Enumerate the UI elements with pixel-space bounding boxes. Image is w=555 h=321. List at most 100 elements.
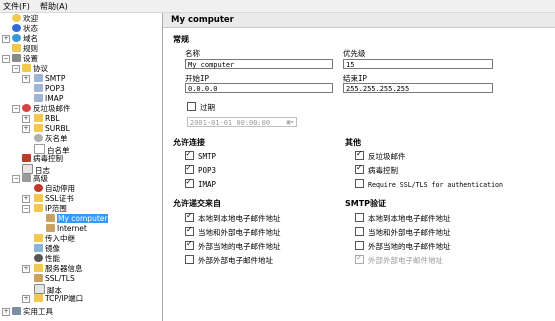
tree-item-logging[interactable]: 日志 <box>22 164 50 175</box>
tree-item-server-messages[interactable]: 服务器信息 <box>34 264 83 274</box>
allow-pop3-checkbox[interactable]: POP3 <box>185 163 216 175</box>
checkbox-box <box>185 163 194 174</box>
folder-icon <box>22 64 31 72</box>
folder-icon <box>34 194 43 202</box>
antispam-icon <box>22 104 31 112</box>
tree-item-status[interactable]: 状态 <box>12 24 38 34</box>
antispam-checkbox[interactable]: 反垃圾邮件 <box>355 149 406 161</box>
star-icon <box>12 14 21 22</box>
tree-item-my-computer[interactable]: My computer <box>46 214 109 224</box>
tree-item-antivirus[interactable]: 病毒控制 <box>22 154 63 164</box>
section-allow-connections: 允许连接 <box>173 138 205 147</box>
tree-item-scripts[interactable]: 脚本 <box>34 284 62 295</box>
collapse-ip-ranges[interactable]: − <box>22 205 30 213</box>
tree-item-pop3[interactable]: POP3 <box>34 84 65 94</box>
name-field[interactable]: My computer <box>185 59 333 69</box>
tree-item-imap[interactable]: IMAP <box>34 94 63 104</box>
checkbox-box <box>355 227 364 236</box>
checkbox-box <box>355 241 364 250</box>
start-ip-field[interactable]: 0.0.0.0 <box>185 83 333 93</box>
tree-item-ssl-certs[interactable]: SSL证书 <box>34 194 74 204</box>
section-smtp-auth: SMTP验证 <box>345 199 387 208</box>
log-icon <box>22 164 33 174</box>
page-title: My computer <box>171 15 234 25</box>
tree-item-performance[interactable]: 性能 <box>34 254 60 264</box>
tree-item-utilities[interactable]: 实用工具 <box>12 307 53 317</box>
expires-checkbox[interactable]: 过期 <box>187 102 215 112</box>
require-ssl-checkbox[interactable]: Require SSL/TLS for authentication <box>355 179 503 189</box>
tree-item-antispam[interactable]: 反垃圾邮件 <box>22 104 71 114</box>
pen-icon <box>34 84 43 92</box>
tree-item-mirror[interactable]: 镜像 <box>34 244 60 254</box>
folder-icon <box>12 44 21 52</box>
collapse-advanced[interactable]: − <box>12 175 20 183</box>
utilities-icon <box>12 307 21 315</box>
checkbox-box <box>185 149 194 160</box>
expand-smtp[interactable]: + <box>22 75 30 83</box>
tree-item-greylist[interactable]: 灰名单 <box>34 134 68 144</box>
collapse-protocols[interactable]: − <box>12 65 20 73</box>
tree-item-rules[interactable]: 规则 <box>12 44 38 54</box>
checkbox-box <box>355 179 364 188</box>
auth-local-local-checkbox[interactable]: 本地到本地电子邮件地址 <box>355 213 451 223</box>
checkbox-box <box>185 255 194 264</box>
delivery-local-local-checkbox[interactable]: 本地到本地电子邮件地址 <box>185 211 281 223</box>
section-other: 其他 <box>345 138 361 147</box>
antivirus-checkbox[interactable]: 病毒控制 <box>355 163 398 175</box>
folder-icon <box>34 294 43 302</box>
tree-item-internet[interactable]: Internet <box>46 224 87 234</box>
allow-imap-checkbox[interactable]: IMAP <box>185 177 216 189</box>
tree-item-ip-ranges[interactable]: IP范围 <box>34 204 67 214</box>
tree-item-advanced[interactable]: 高级 <box>22 174 48 184</box>
tree-item-autoban[interactable]: 自动停用 <box>34 184 75 194</box>
folder-open-icon <box>34 204 43 212</box>
end-ip-field[interactable]: 255.255.255.255 <box>343 83 493 93</box>
priority-field[interactable]: 15 <box>343 59 493 69</box>
expand-domains[interactable]: + <box>2 35 10 43</box>
tree-item-incoming-relays[interactable]: 传入中继 <box>34 234 75 244</box>
pen-icon <box>34 94 43 102</box>
checkbox-box <box>355 163 364 174</box>
calendar-dropdown-icon: ▦▾ <box>286 119 294 126</box>
tools-icon <box>12 54 21 62</box>
tree-item-domains[interactable]: 域名 <box>12 34 38 44</box>
tree-item-protocols[interactable]: 协议 <box>22 64 48 74</box>
tree-item-surbl[interactable]: SURBL <box>34 124 70 134</box>
checkbox-box <box>355 253 364 264</box>
expand-ssl-certs[interactable]: + <box>22 195 30 203</box>
ban-icon <box>34 184 43 192</box>
delivery-external-local-checkbox[interactable]: 外部当地的电子邮件地址 <box>185 239 281 251</box>
tree-item-settings[interactable]: 设置 <box>12 54 38 64</box>
auth-local-external-checkbox[interactable]: 当地和外部电子邮件地址 <box>355 227 451 237</box>
expand-surbl[interactable]: + <box>22 125 30 133</box>
script-icon <box>34 284 45 294</box>
allow-smtp-checkbox[interactable]: SMTP <box>185 149 216 161</box>
tree-item-welcome[interactable]: 欢迎 <box>12 14 38 24</box>
greylist-icon <box>34 134 43 142</box>
tree-item-whitelist[interactable]: 白名单 <box>34 144 70 155</box>
menu-help[interactable]: 帮助(A) <box>40 1 68 12</box>
navigation-tree[interactable]: 欢迎 状态 + 域名 规则 − 设置 − 协议 + SMTP POP3 IMAP… <box>0 13 163 321</box>
tree-item-rbl[interactable]: RBL <box>34 114 60 124</box>
checkbox-box <box>185 177 194 188</box>
expand-tcp-ports[interactable]: + <box>22 295 30 303</box>
tree-item-ssl-tls[interactable]: SSL/TLS <box>34 274 75 284</box>
collapse-antispam[interactable]: − <box>12 105 20 113</box>
auth-external-local-checkbox[interactable]: 外部当地的电子邮件地址 <box>355 241 451 251</box>
menu-file[interactable]: 文件(F) <box>3 1 30 12</box>
pen-icon <box>34 74 43 82</box>
expires-datetime[interactable]: 2001-01-01 00:00:00 ▦▾ <box>187 117 297 127</box>
collapse-settings[interactable]: − <box>2 55 10 63</box>
expand-server-messages[interactable]: + <box>22 265 30 273</box>
delivery-external-external-checkbox[interactable]: 外部外部电子邮件地址 <box>185 255 273 265</box>
expand-rbl[interactable]: + <box>22 115 30 123</box>
tree-item-smtp[interactable]: SMTP <box>34 74 65 84</box>
checkbox-box <box>355 149 364 160</box>
expand-utilities[interactable]: + <box>2 308 10 316</box>
gauge-icon <box>34 254 43 262</box>
tree-item-tcp-ports[interactable]: TCP/IP端口 <box>34 294 83 304</box>
menu-bar: 文件(F) 帮助(A) <box>0 0 555 13</box>
section-general: 常规 <box>173 35 189 44</box>
checkbox-box <box>187 102 196 111</box>
delivery-local-external-checkbox[interactable]: 当地和外部电子邮件地址 <box>185 225 281 237</box>
